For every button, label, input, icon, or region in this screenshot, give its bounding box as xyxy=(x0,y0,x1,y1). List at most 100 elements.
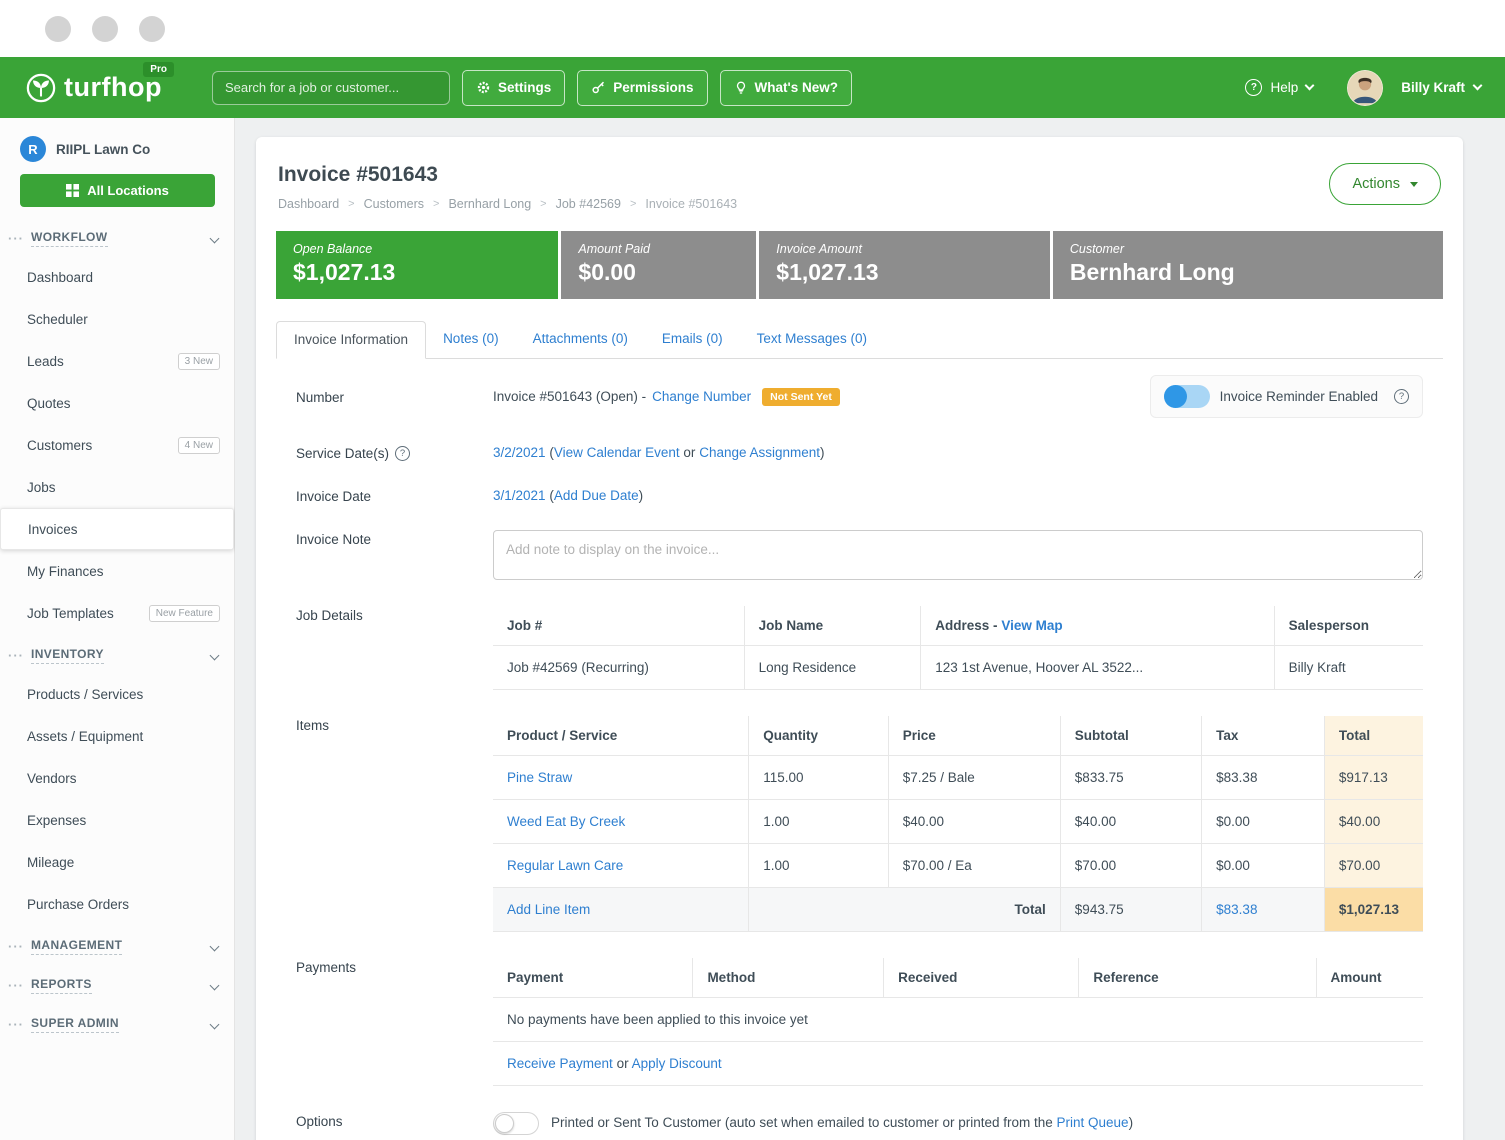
question-mark-icon[interactable]: ? xyxy=(1394,389,1409,404)
item-price: $70.00 / Ea xyxy=(888,844,1060,888)
tab-attachments[interactable]: Attachments (0) xyxy=(516,321,645,358)
sidebar-item-job-templates[interactable]: Job Templates New Feature xyxy=(0,592,234,634)
item-tax: $0.00 xyxy=(1202,844,1325,888)
items-header-product: Product / Service xyxy=(493,716,749,756)
sidebar-section-reports[interactable]: ··· REPORTS xyxy=(0,964,234,1003)
paren: ) xyxy=(820,445,825,460)
sidebar-item-customers[interactable]: Customers 4 New xyxy=(0,424,234,466)
stat-customer: Customer Bernhard Long xyxy=(1053,231,1443,299)
breadcrumb-current-invoice: Invoice #501643 xyxy=(645,197,737,211)
actions-label: Actions xyxy=(1352,176,1400,192)
invoice-note-input[interactable] xyxy=(493,530,1423,580)
permissions-label: Permissions xyxy=(613,80,693,95)
caret-down-icon xyxy=(1410,182,1418,187)
chevron-down-icon xyxy=(210,1020,220,1030)
apply-discount-link[interactable]: Apply Discount xyxy=(632,1056,722,1071)
all-locations-button[interactable]: All Locations xyxy=(20,174,215,207)
chevron-down-icon xyxy=(210,981,220,991)
sidebar-item-mileage[interactable]: Mileage xyxy=(0,841,234,883)
sidebar-item-vendors[interactable]: Vendors xyxy=(0,757,234,799)
receive-payment-link[interactable]: Receive Payment xyxy=(507,1056,613,1071)
invoice-reminder-toggle[interactable] xyxy=(1164,385,1210,408)
payments-header-amount: Amount xyxy=(1316,958,1423,998)
sidebar-item-leads[interactable]: Leads 3 New xyxy=(0,340,234,382)
sidebar-item-my-finances[interactable]: My Finances xyxy=(0,550,234,592)
settings-button[interactable]: Settings xyxy=(462,70,565,106)
permissions-button[interactable]: Permissions xyxy=(577,70,707,106)
dots-icon: ··· xyxy=(8,648,24,663)
tab-emails[interactable]: Emails (0) xyxy=(645,321,740,358)
sidebar-item-dashboard[interactable]: Dashboard xyxy=(0,256,234,298)
items-footer-tax-link[interactable]: $83.38 xyxy=(1216,902,1257,917)
tab-notes[interactable]: Notes (0) xyxy=(426,321,516,358)
payments-table: Payment Method Received Reference Amount… xyxy=(493,958,1423,1086)
item-name-link[interactable]: Regular Lawn Care xyxy=(507,858,623,873)
breadcrumb-customers[interactable]: Customers xyxy=(364,197,424,211)
print-queue-link[interactable]: Print Queue xyxy=(1057,1115,1129,1130)
sidebar-section-super-admin[interactable]: ··· SUPER ADMIN xyxy=(0,1003,234,1042)
tab-text-messages[interactable]: Text Messages (0) xyxy=(740,321,884,358)
job-address-header: Address - View Map xyxy=(921,606,1274,646)
invoice-card: Invoice #501643 Dashboard > Customers > … xyxy=(256,137,1463,1140)
add-line-item-link[interactable]: Add Line Item xyxy=(507,902,590,917)
item-subtotal: $70.00 xyxy=(1060,844,1201,888)
sidebar-item-assets-equipment[interactable]: Assets / Equipment xyxy=(0,715,234,757)
window-minimize-button[interactable] xyxy=(92,16,118,42)
sidebar-section-management[interactable]: ··· MANAGEMENT xyxy=(0,925,234,964)
item-subtotal: $40.00 xyxy=(1060,800,1201,844)
page-title: Invoice #501643 xyxy=(278,163,737,187)
sidebar-section-inventory[interactable]: ··· INVENTORY xyxy=(0,634,234,673)
job-name-header: Job Name xyxy=(744,606,921,646)
user-menu[interactable]: Billy Kraft xyxy=(1401,80,1481,95)
sidebar-item-jobs[interactable]: Jobs xyxy=(0,466,234,508)
sidebar-section-workflow[interactable]: ··· WORKFLOW xyxy=(0,217,234,256)
company-switcher[interactable]: R RIIPL Lawn Co xyxy=(0,132,234,172)
question-mark-icon[interactable]: ? xyxy=(395,446,410,461)
sidebar-item-products-services[interactable]: Products / Services xyxy=(0,673,234,715)
actions-button[interactable]: Actions xyxy=(1329,163,1441,205)
sidebar-item-purchase-orders[interactable]: Purchase Orders xyxy=(0,883,234,925)
nav-label: Jobs xyxy=(27,480,56,495)
payments-header-payment: Payment xyxy=(493,958,693,998)
view-map-link[interactable]: View Map xyxy=(1001,618,1062,633)
sidebar-item-quotes[interactable]: Quotes xyxy=(0,382,234,424)
tab-invoice-information[interactable]: Invoice Information xyxy=(276,321,426,359)
breadcrumb-dashboard[interactable]: Dashboard xyxy=(278,197,339,211)
breadcrumb-separator: > xyxy=(630,198,636,210)
invoice-date-link[interactable]: 3/1/2021 xyxy=(493,488,546,503)
stat-value: $0.00 xyxy=(578,259,739,286)
new-feature-badge: New Feature xyxy=(149,605,220,622)
company-avatar: R xyxy=(20,136,46,162)
items-header-tax: Tax xyxy=(1202,716,1325,756)
whats-new-button[interactable]: What's New? xyxy=(720,70,852,106)
job-address-cell: 123 1st Avenue, Hoover AL 3522... xyxy=(921,646,1274,690)
sidebar: R RIIPL Lawn Co All Locations ··· WORKFL… xyxy=(0,118,235,1140)
view-calendar-event-link[interactable]: View Calendar Event xyxy=(554,445,680,460)
not-sent-badge: Not Sent Yet xyxy=(762,388,840,406)
item-name-link[interactable]: Pine Straw xyxy=(507,770,572,785)
change-number-link[interactable]: Change Number xyxy=(652,389,751,404)
window-zoom-button[interactable] xyxy=(139,16,165,42)
search-input[interactable] xyxy=(212,71,450,105)
key-icon xyxy=(591,80,606,95)
item-name-link[interactable]: Weed Eat By Creek xyxy=(507,814,625,829)
sidebar-item-scheduler[interactable]: Scheduler xyxy=(0,298,234,340)
payments-empty-text: No payments have been applied to this in… xyxy=(493,998,1423,1042)
printed-sent-toggle[interactable] xyxy=(493,1112,539,1135)
dots-icon: ··· xyxy=(8,231,24,246)
tab-bar: Invoice Information Notes (0) Attachment… xyxy=(276,321,1443,359)
invoice-reminder-label: Invoice Reminder Enabled xyxy=(1220,389,1378,404)
avatar[interactable] xyxy=(1347,70,1383,106)
sidebar-item-invoices[interactable]: Invoices xyxy=(0,508,234,550)
item-tax: $83.38 xyxy=(1202,756,1325,800)
window-close-button[interactable] xyxy=(45,16,71,42)
change-assignment-link[interactable]: Change Assignment xyxy=(699,445,820,460)
help-menu[interactable]: ? Help xyxy=(1245,79,1313,96)
section-label: INVENTORY xyxy=(31,647,104,664)
service-date-link[interactable]: 3/2/2021 xyxy=(493,445,546,460)
turfhop-logo[interactable]: turfhop Pro xyxy=(26,73,162,103)
sidebar-item-expenses[interactable]: Expenses xyxy=(0,799,234,841)
add-due-date-link[interactable]: Add Due Date xyxy=(554,488,639,503)
breadcrumb-job[interactable]: Job #42569 xyxy=(556,197,621,211)
breadcrumb-customer-name[interactable]: Bernhard Long xyxy=(448,197,531,211)
